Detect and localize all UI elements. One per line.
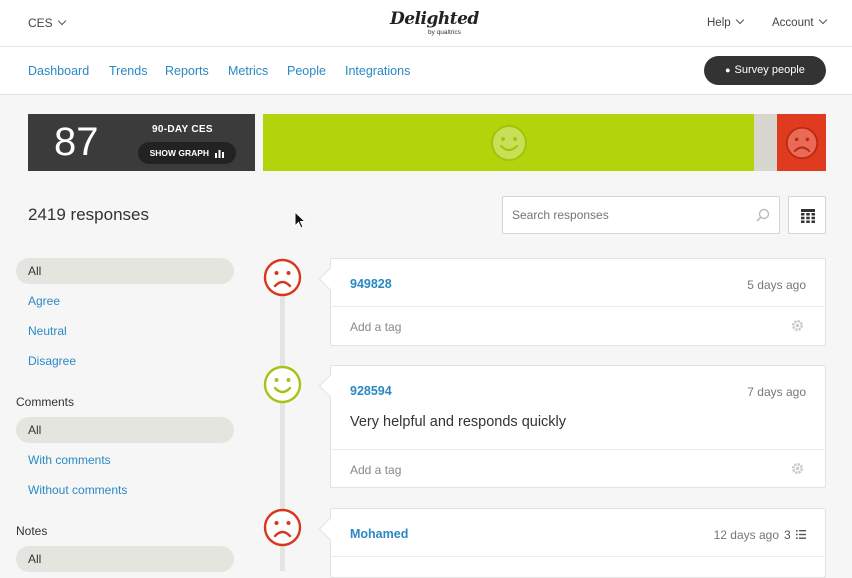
show-graph-button[interactable]: SHOW GRAPH [138, 142, 236, 164]
distribution-agree-segment[interactable] [263, 114, 754, 171]
response-card: Mohamed 12 days ago 3 [318, 508, 826, 578]
filter-with-comments[interactable]: With comments [16, 447, 234, 473]
mouse-cursor-icon [294, 211, 306, 229]
logo[interactable]: Delighted by qualtrics [388, 8, 479, 40]
survey-people-label: Survey people [734, 64, 805, 76]
notes-count-value: 3 [783, 528, 791, 542]
score-value: 87 [54, 120, 99, 164]
filter-score-all[interactable]: All [16, 258, 234, 284]
gear-icon[interactable] [791, 319, 804, 332]
score-label: 90-DAY CES [152, 124, 213, 135]
show-graph-label: SHOW GRAPH [149, 148, 210, 158]
survey-selector[interactable]: CES [28, 16, 66, 30]
nav-integrations[interactable]: Integrations [345, 64, 410, 78]
filter-neutral[interactable]: Neutral [16, 318, 234, 344]
account-label: Account [772, 17, 814, 29]
nav-reports[interactable]: Reports [165, 64, 209, 78]
response-time: 12 days ago [713, 528, 779, 542]
happy-face-icon [490, 125, 527, 161]
nav-metrics[interactable]: Metrics [228, 64, 268, 78]
notes-count[interactable]: 3 [784, 528, 806, 542]
filter-comments-heading: Comments [16, 395, 75, 409]
add-tag-input[interactable]: Add a tag [350, 320, 401, 334]
nav-trends[interactable]: Trends [109, 64, 147, 78]
logo-text: Delighted [390, 9, 479, 29]
search-icon [756, 208, 770, 222]
sad-face-icon [263, 258, 302, 297]
respondent-name[interactable]: 949828 [350, 277, 392, 291]
filter-disagree[interactable]: Disagree [16, 348, 234, 374]
filter-notes-heading: Notes [16, 524, 48, 538]
filter-without-comments[interactable]: Without comments [16, 477, 234, 503]
respondent-name[interactable]: Mohamed [350, 527, 408, 541]
bar-chart-icon [215, 149, 225, 158]
distribution-bar[interactable] [263, 114, 826, 171]
card-pointer [318, 374, 342, 398]
sad-face-icon [263, 508, 302, 547]
gear-icon[interactable] [791, 462, 804, 475]
respondent-name[interactable]: 928594 [350, 384, 392, 398]
person-add-icon: ● [725, 65, 731, 75]
list-icon [796, 530, 806, 539]
card-pointer [318, 267, 342, 291]
chevron-down-icon [818, 15, 827, 25]
filter-agree[interactable]: Agree [16, 288, 234, 314]
filter-comments-all[interactable]: All [16, 417, 234, 443]
survey-people-button[interactable]: ● Survey people [704, 56, 826, 85]
score-panel: 87 90-DAY CES SHOW GRAPH [28, 114, 255, 171]
happy-face-icon [263, 365, 302, 404]
calendar-icon [801, 209, 815, 223]
card-pointer [318, 517, 342, 541]
survey-selector-label: CES [28, 16, 53, 30]
card-divider [331, 556, 825, 557]
response-comment: Very helpful and responds quickly [350, 414, 567, 430]
help-label: Help [707, 17, 731, 29]
sad-face-icon [785, 126, 818, 160]
response-time: 7 days ago [747, 385, 806, 399]
response-card: 949828 5 days ago Add a tag [318, 258, 826, 346]
card-divider [331, 449, 825, 450]
response-time: 5 days ago [747, 278, 806, 292]
distribution-neutral-segment[interactable] [754, 114, 777, 171]
chevron-down-icon [735, 15, 744, 25]
response-count: 2419 responses [28, 205, 149, 224]
search-input[interactable] [503, 197, 743, 233]
response-card: 928594 7 days ago Very helpful and respo… [318, 365, 826, 488]
date-filter-button[interactable] [788, 196, 826, 234]
nav-bar: Dashboard Trends Reports Metrics People … [0, 47, 852, 95]
account-menu[interactable]: Account [772, 15, 827, 29]
search-box[interactable] [502, 196, 780, 234]
help-menu[interactable]: Help [707, 15, 744, 29]
logo-subtext: by qualtrics [428, 29, 461, 36]
distribution-disagree-segment[interactable] [777, 114, 826, 171]
nav-people[interactable]: People [287, 64, 326, 78]
top-bar: CES Delighted by qualtrics Help Account [0, 0, 852, 47]
nav-dashboard[interactable]: Dashboard [28, 64, 89, 78]
add-tag-input[interactable]: Add a tag [350, 463, 401, 477]
chevron-down-icon [57, 16, 66, 26]
filter-notes-all[interactable]: All [16, 546, 234, 572]
card-divider [331, 306, 825, 307]
